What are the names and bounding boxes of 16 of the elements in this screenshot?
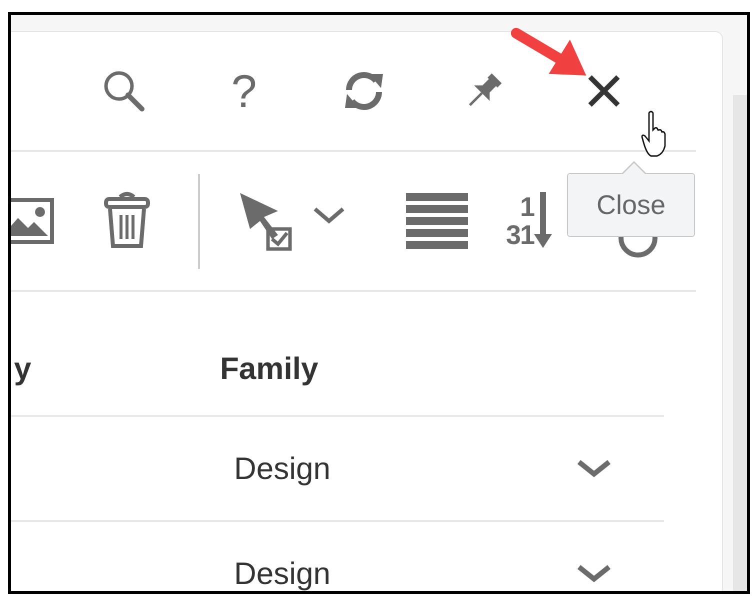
help-icon[interactable]: ?: [231, 68, 257, 114]
column-header[interactable]: Family: [220, 351, 318, 387]
hand-cursor-icon: [641, 110, 667, 158]
image-icon[interactable]: [11, 198, 54, 244]
trash-icon[interactable]: [102, 191, 152, 251]
column-header[interactable]: y: [14, 351, 220, 387]
down-arrow-icon: [534, 192, 552, 250]
dropdown-caret-icon[interactable]: [576, 564, 612, 584]
list-icon[interactable]: [406, 191, 468, 251]
table-cell-text: Design: [234, 450, 332, 486]
table-cell-text: Design: [234, 556, 332, 591]
sort-button[interactable]: 1 31: [506, 192, 552, 250]
dropdown-caret-icon[interactable]: [576, 458, 612, 478]
close-icon[interactable]: [586, 73, 622, 109]
caret-icon[interactable]: [312, 206, 346, 226]
tooltip-text: Close: [596, 190, 666, 220]
